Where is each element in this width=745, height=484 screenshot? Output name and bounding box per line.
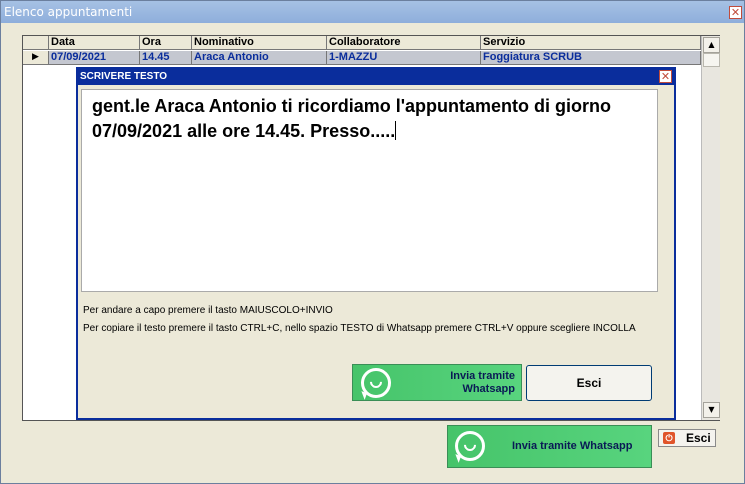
exit-icon: ⏻ bbox=[663, 432, 675, 444]
column-header-collaboratore[interactable]: Collaboratore bbox=[327, 36, 481, 50]
message-text-line-2: 07/09/2021 alle ore 14.45. Presso..... bbox=[92, 121, 396, 141]
appointments-window: Elenco appuntamenti ✕ Data Ora Nominativ… bbox=[0, 0, 745, 484]
scroll-thumb[interactable] bbox=[703, 53, 720, 67]
dialog-titlebar[interactable]: SCRIVERE TESTO ✕ bbox=[78, 69, 674, 85]
table-corner bbox=[23, 36, 49, 50]
column-header-data[interactable]: Data bbox=[49, 36, 140, 50]
column-header-nominativo[interactable]: Nominativo bbox=[192, 36, 327, 50]
text-caret bbox=[395, 121, 397, 140]
send-whatsapp-label-2: Whatsapp bbox=[462, 383, 515, 395]
table-cell-servizio[interactable]: Foggiatura SCRUB bbox=[481, 51, 701, 65]
scroll-down-button[interactable]: ▼ bbox=[703, 402, 720, 418]
table-cell-nominativo[interactable]: Araca Antonio bbox=[192, 51, 327, 65]
message-textarea[interactable]: gent.le Araca Antonio ti ricordiamo l'ap… bbox=[81, 89, 658, 292]
column-header-servizio[interactable]: Servizio bbox=[481, 36, 701, 50]
column-header-ora[interactable]: Ora bbox=[140, 36, 192, 50]
write-text-dialog: SCRIVERE TESTO ✕ gent.le Araca Antonio t… bbox=[76, 67, 676, 420]
footer-exit-label: Esci bbox=[686, 431, 711, 445]
window-titlebar[interactable]: Elenco appuntamenti ✕ bbox=[1, 1, 744, 23]
table-cell-collaboratore[interactable]: 1-MAZZU bbox=[327, 51, 481, 65]
whatsapp-icon bbox=[358, 368, 391, 400]
dialog-title: SCRIVERE TESTO bbox=[80, 71, 168, 82]
send-whatsapp-label-1: Invia tramite bbox=[450, 370, 515, 382]
whatsapp-icon bbox=[452, 431, 485, 463]
footer-send-whatsapp-label: Invia tramite Whatsapp bbox=[512, 440, 633, 452]
hint-copy: Per copiare il testo premere il tasto CT… bbox=[83, 323, 636, 334]
table-cell-data[interactable]: 07/09/2021 bbox=[49, 51, 140, 65]
scroll-up-button[interactable]: ▲ bbox=[703, 37, 720, 53]
dialog-exit-button[interactable]: Esci bbox=[526, 365, 652, 401]
send-whatsapp-button[interactable]: Invia tramite Whatsapp bbox=[352, 364, 522, 401]
message-text-line-1: gent.le Araca Antonio ti ricordiamo l'ap… bbox=[92, 96, 611, 116]
table-cell-ora[interactable]: 14.45 bbox=[140, 51, 192, 65]
row-indicator-icon[interactable]: ▶ bbox=[23, 51, 49, 65]
footer-exit-button[interactable]: ⏻ Esci bbox=[658, 429, 716, 447]
window-close-button[interactable]: ✕ bbox=[729, 6, 742, 19]
table-vertical-scrollbar[interactable]: ▲ ▼ bbox=[701, 36, 720, 420]
footer-send-whatsapp-button[interactable]: Invia tramite Whatsapp bbox=[447, 425, 652, 468]
window-title: Elenco appuntamenti bbox=[4, 5, 133, 19]
dialog-close-button[interactable]: ✕ bbox=[659, 70, 672, 83]
hint-newline: Per andare a capo premere il tasto MAIUS… bbox=[83, 305, 333, 316]
